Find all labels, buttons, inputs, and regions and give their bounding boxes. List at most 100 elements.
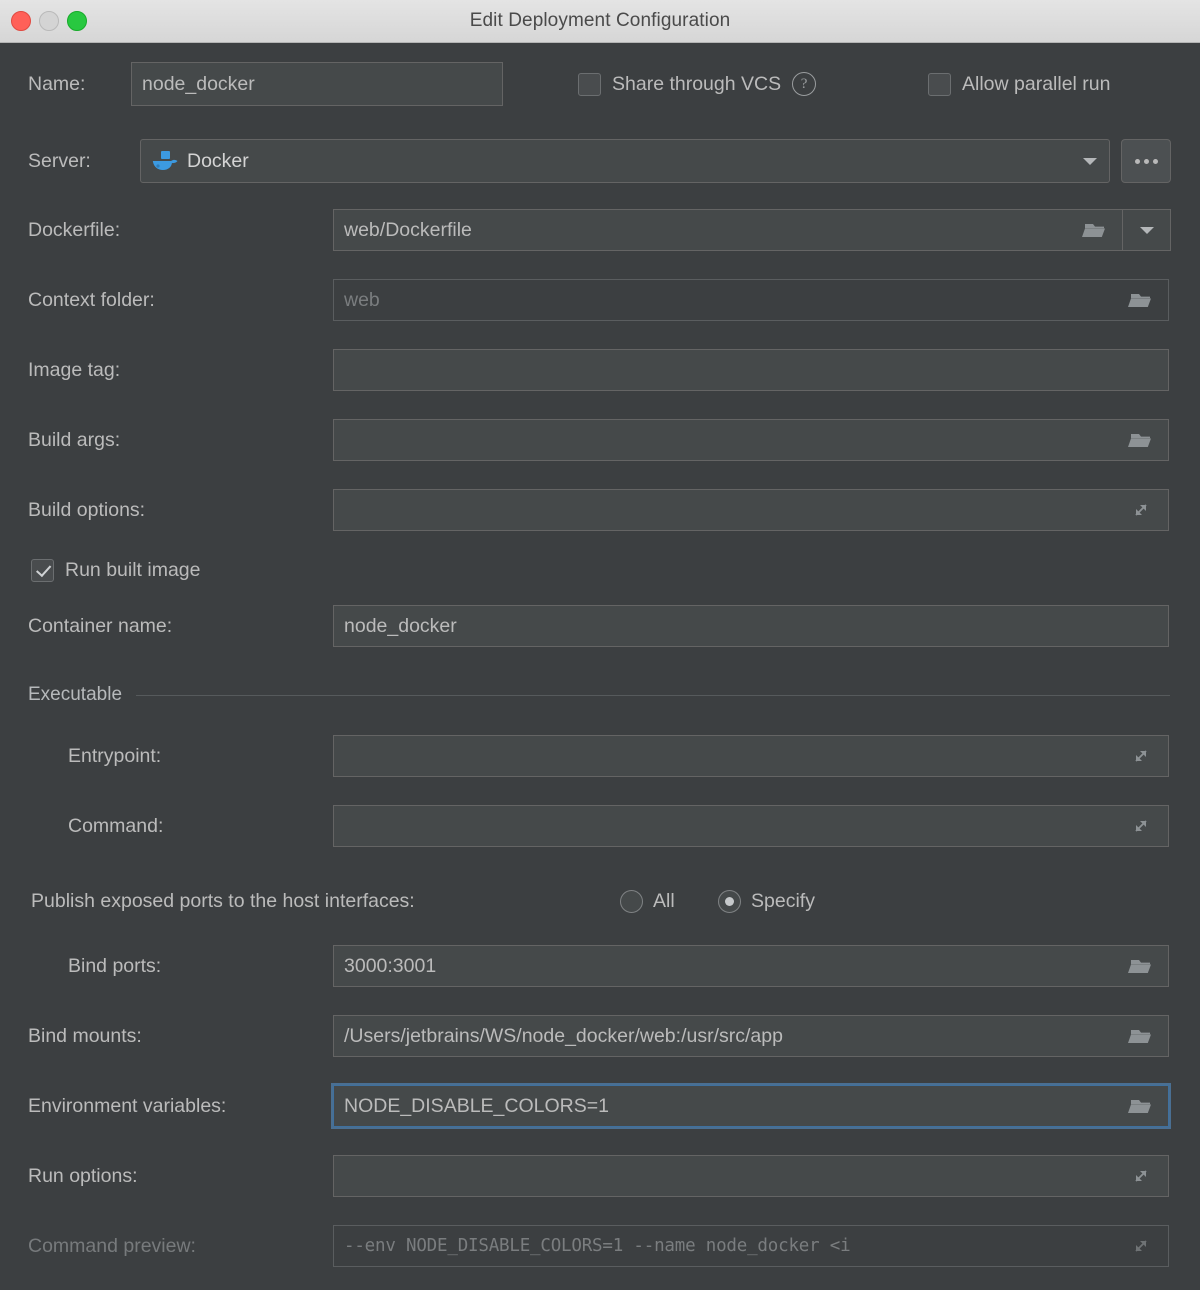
expand-icon[interactable] [1124,1156,1158,1196]
environment-variables-row: Environment variables: NODE_DISABLE_COLO… [0,1085,1200,1127]
expand-icon[interactable] [1124,490,1158,530]
server-row: Server: Docker [0,138,1200,184]
window-titlebar: Edit Deployment Configuration [0,0,1200,43]
context-folder-label: Context folder: [28,288,155,311]
run-built-image-checkbox-box[interactable] [31,558,54,582]
name-row: Name: node_docker Share through VCS ? Al… [0,62,1200,106]
server-label: Server: [28,149,91,172]
command-preview-value: --env NODE_DISABLE_COLORS=1 --name node_… [344,1236,851,1256]
publish-ports-option-all[interactable]: All [620,889,675,913]
executable-section-label: Executable [28,684,123,705]
command-input[interactable] [333,805,1169,847]
radio-specify[interactable] [718,889,741,913]
command-preview-label: Command preview: [28,1234,196,1257]
executable-section-header: Executable [28,684,1170,706]
allow-parallel-run-checkbox-box[interactable] [928,72,951,96]
window-traffic-lights [11,11,87,31]
image-tag-input[interactable] [333,349,1169,391]
bind-ports-label: Bind ports: [68,954,162,977]
command-label: Command: [68,814,164,837]
publish-ports-option-specify[interactable]: Specify [718,889,815,913]
radio-all[interactable] [620,889,643,913]
name-label: Name: [28,72,86,95]
folder-icon[interactable] [1124,1016,1158,1056]
build-options-label: Build options: [28,498,146,521]
bind-mounts-input-value: /Users/jetbrains/WS/node_docker/web:/usr… [344,1024,783,1047]
command-row: Command: [0,805,1200,847]
close-window-button[interactable] [11,11,31,31]
folder-icon[interactable] [1078,210,1112,250]
share-through-vcs-checkbox[interactable]: Share through VCS ? [578,72,817,96]
folder-icon[interactable] [1124,946,1158,986]
container-name-label: Container name: [28,614,173,637]
dot-icon [1134,158,1140,164]
minimize-window-button[interactable] [39,11,59,31]
command-preview-row: Command preview: --env NODE_DISABLE_COLO… [0,1225,1200,1267]
share-through-vcs-label: Share through VCS [612,72,782,95]
server-combobox[interactable]: Docker [140,139,1110,183]
context-folder-input: web [333,279,1169,321]
allow-parallel-run-label: Allow parallel run [962,72,1111,95]
entrypoint-input[interactable] [333,735,1169,777]
share-through-vcs-checkbox-box[interactable] [578,72,601,96]
allow-parallel-run-checkbox[interactable]: Allow parallel run [928,72,1111,96]
window-title: Edit Deployment Configuration [469,10,731,31]
server-more-button[interactable] [1121,139,1171,183]
dockerfile-input[interactable]: web/Dockerfile [333,209,1123,251]
bind-ports-input-value: 3000:3001 [344,954,437,977]
entrypoint-row: Entrypoint: [0,735,1200,777]
build-args-input[interactable] [333,419,1169,461]
deployment-configuration-form: Name: node_docker Share through VCS ? Al… [0,43,1200,1290]
run-options-input[interactable] [333,1155,1169,1197]
build-options-input[interactable] [333,489,1169,531]
expand-icon [1124,1226,1158,1266]
entrypoint-label: Entrypoint: [68,744,162,767]
command-preview-input: --env NODE_DISABLE_COLORS=1 --name node_… [333,1225,1169,1267]
context-folder-input-value: web [344,288,380,311]
environment-variables-input-value: NODE_DISABLE_COLORS=1 [344,1094,609,1117]
container-name-row: Container name: node_docker [0,605,1200,647]
bind-mounts-label: Bind mounts: [28,1024,142,1047]
publish-ports-all-label: All [653,889,675,912]
container-name-input[interactable]: node_docker [333,605,1169,647]
name-input[interactable]: node_docker [131,62,503,106]
context-folder-row: Context folder: web [0,279,1200,321]
environment-variables-input[interactable]: NODE_DISABLE_COLORS=1 [333,1085,1169,1127]
dockerfile-dropdown-button[interactable] [1123,209,1171,251]
dockerfile-label: Dockerfile: [28,218,121,241]
dot-icon [1143,158,1149,164]
image-tag-label: Image tag: [28,358,121,381]
build-args-label: Build args: [28,428,121,451]
run-built-image-row: Run built image [0,555,1200,585]
section-divider [136,694,1170,696]
publish-ports-specify-label: Specify [751,889,815,912]
expand-icon[interactable] [1124,736,1158,776]
build-args-row: Build args: [0,419,1200,461]
run-built-image-label: Run built image [65,558,201,581]
chevron-down-icon[interactable] [1079,150,1101,172]
docker-whale-icon [151,149,179,173]
folder-icon [1124,280,1158,320]
expand-icon[interactable] [1124,806,1158,846]
build-options-row: Build options: [0,489,1200,531]
container-name-input-value: node_docker [344,614,457,637]
bind-mounts-input[interactable]: /Users/jetbrains/WS/node_docker/web:/usr… [333,1015,1169,1057]
zoom-window-button[interactable] [67,11,87,31]
folder-icon[interactable] [1124,420,1158,460]
bind-ports-row: Bind ports: 3000:3001 [0,945,1200,987]
dockerfile-input-value: web/Dockerfile [344,218,472,241]
environment-variables-label: Environment variables: [28,1094,227,1117]
dot-icon [1152,158,1158,164]
image-tag-row: Image tag: [0,349,1200,391]
bind-ports-input[interactable]: 3000:3001 [333,945,1169,987]
name-input-value: node_docker [142,72,255,95]
run-options-label: Run options: [28,1164,138,1187]
help-icon[interactable]: ? [792,72,817,96]
bind-mounts-row: Bind mounts: /Users/jetbrains/WS/node_do… [0,1015,1200,1057]
publish-ports-label: Publish exposed ports to the host interf… [31,889,415,912]
folder-icon[interactable] [1124,1086,1158,1126]
dockerfile-row: Dockerfile: web/Dockerfile [0,209,1200,251]
run-options-row: Run options: [0,1155,1200,1197]
publish-ports-row: Publish exposed ports to the host interf… [0,886,1200,916]
run-built-image-checkbox[interactable]: Run built image [31,558,201,582]
